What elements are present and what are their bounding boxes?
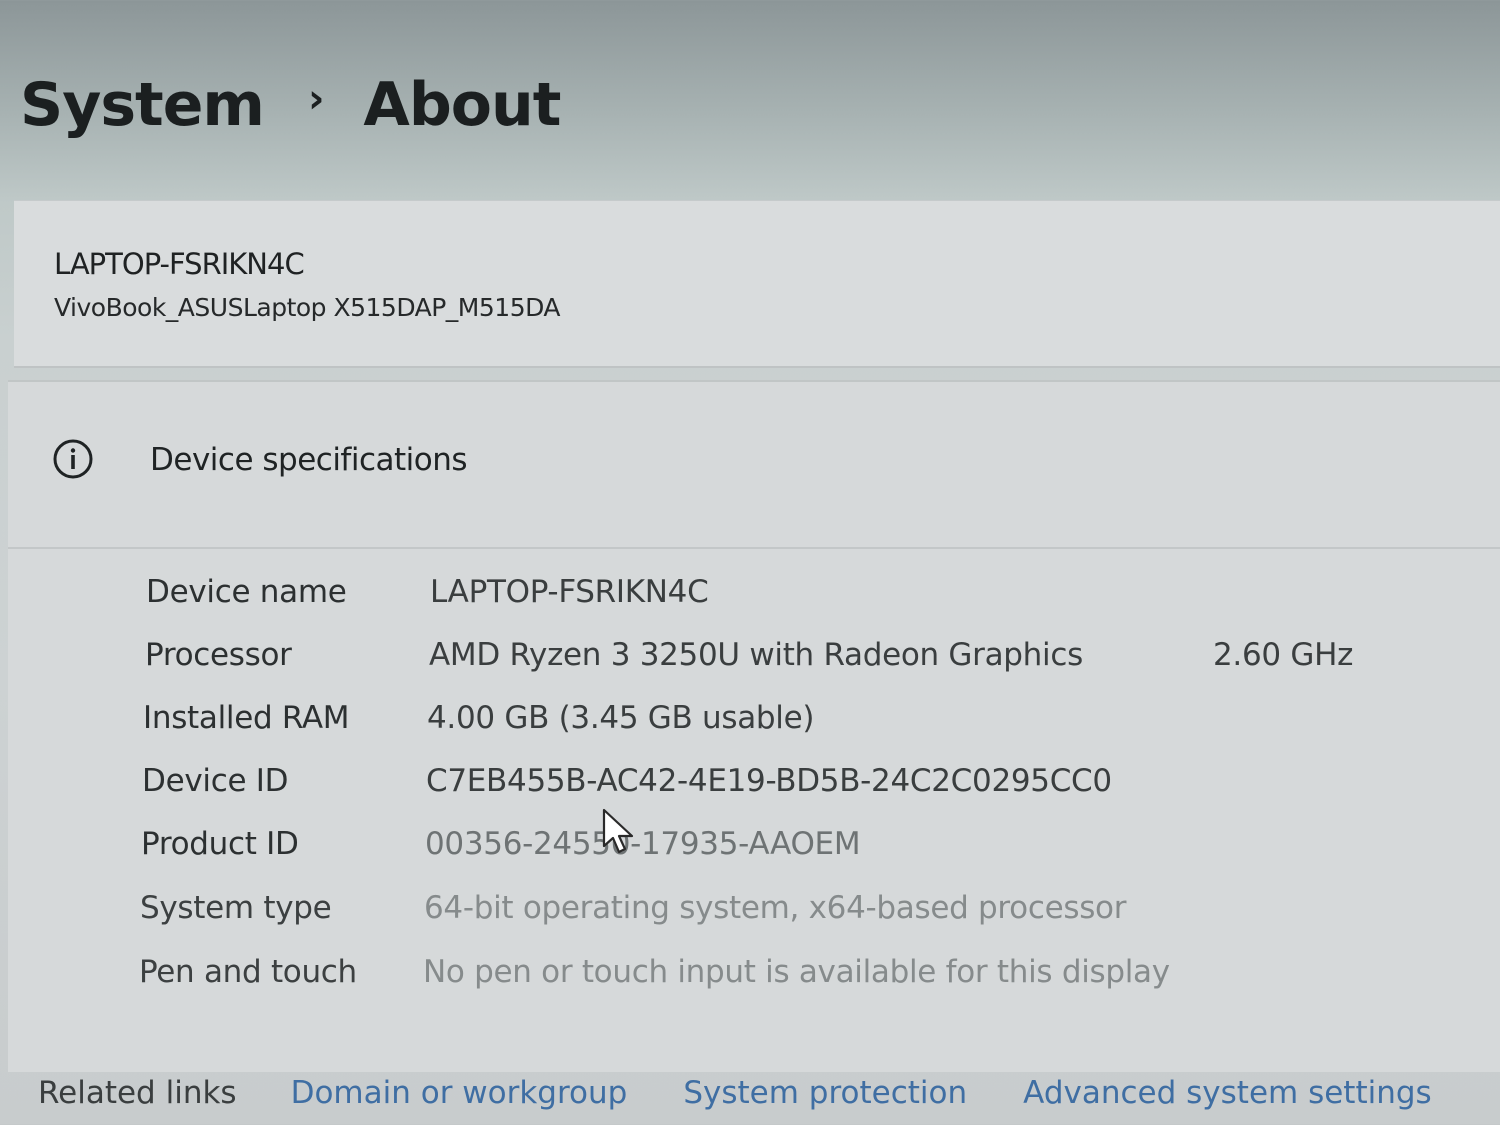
device-specifications-header[interactable]: Device specifications: [8, 382, 1500, 549]
spec-label: Product ID: [141, 826, 299, 862]
link-domain-or-workgroup[interactable]: Domain or workgroup: [291, 1075, 628, 1111]
link-advanced-system-settings[interactable]: Advanced system settings: [1023, 1075, 1432, 1111]
spec-label: Pen and touch: [139, 954, 357, 990]
spec-label: Installed RAM: [143, 700, 350, 736]
spec-value[interactable]: 00356-24550-17935-AAOEM: [425, 826, 861, 862]
device-model: VivoBook_ASUSLaptop X515DAP_M515DA: [54, 293, 561, 322]
device-name-heading: LAPTOP-FSRIKN4C: [54, 247, 305, 281]
chevron-right-icon: ›: [307, 76, 325, 122]
spec-value[interactable]: AMD Ryzen 3 3250U with Radeon Graphics: [429, 637, 1083, 673]
spec-value[interactable]: 64-bit operating system, x64-based proce…: [424, 890, 1126, 926]
spec-value[interactable]: No pen or touch input is available for t…: [423, 954, 1170, 990]
related-links: Related links Domain or workgroup System…: [38, 1075, 1488, 1111]
info-icon: [53, 439, 93, 479]
breadcrumb-parent[interactable]: System: [20, 70, 265, 140]
spec-label: Processor: [145, 637, 292, 673]
breadcrumb: System › About: [20, 70, 561, 140]
spec-value[interactable]: C7EB455B-AC42-4E19-BD5B-24C2C0295CC0: [426, 763, 1112, 799]
spec-value[interactable]: LAPTOP-FSRIKN4C: [430, 574, 709, 610]
related-links-label: Related links: [38, 1075, 237, 1111]
spec-label: System type: [140, 890, 332, 926]
spec-label: Device ID: [142, 763, 289, 799]
spec-value[interactable]: 4.00 GB (3.45 GB usable): [427, 700, 814, 736]
link-system-protection[interactable]: System protection: [683, 1075, 967, 1111]
mouse-cursor-icon: [602, 808, 634, 854]
page-title: About: [363, 70, 561, 140]
processor-speed[interactable]: 2.60 GHz: [1213, 637, 1353, 673]
device-specifications-title: Device specifications: [150, 442, 468, 478]
device-summary-card: LAPTOP-FSRIKN4C VivoBook_ASUSLaptop X515…: [14, 200, 1500, 368]
spec-label: Device name: [146, 574, 347, 610]
